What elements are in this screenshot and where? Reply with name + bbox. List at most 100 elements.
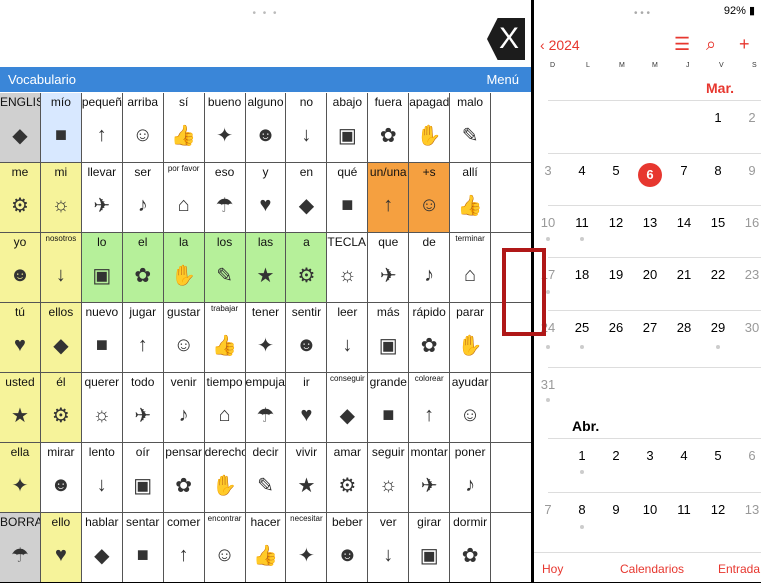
menu-button[interactable]: Menú: [486, 72, 519, 87]
calendar-day[interactable]: 4: [570, 163, 594, 178]
word-cell[interactable]: leer ↓: [327, 303, 368, 372]
word-cell[interactable]: fuera ✿: [368, 93, 409, 162]
calendar-day[interactable]: 31: [536, 377, 560, 392]
calendar-day[interactable]: 8: [570, 502, 594, 517]
calendar-day[interactable]: 16: [740, 215, 761, 230]
word-cell[interactable]: poner ♪: [450, 443, 491, 512]
word-cell[interactable]: beber ☻: [327, 513, 368, 582]
calendar-day[interactable]: 2: [740, 110, 761, 125]
word-cell[interactable]: encontrar ☺: [204, 513, 245, 582]
word-cell[interactable]: allí 👍: [450, 163, 491, 232]
word-cell[interactable]: decir ✎: [245, 443, 286, 512]
word-cell[interactable]: mirar ☻: [40, 443, 81, 512]
word-cell[interactable]: ir ♥: [286, 373, 327, 442]
word-cell[interactable]: [491, 163, 531, 232]
calendar-day[interactable]: 21: [672, 267, 696, 282]
word-cell[interactable]: rápido ✿: [409, 303, 450, 372]
word-cell[interactable]: no ↓: [286, 93, 327, 162]
word-cell[interactable]: +s ☺: [409, 163, 450, 232]
word-cell[interactable]: terminar ⌂: [450, 233, 491, 302]
word-cell[interactable]: pequeño ↑: [81, 93, 122, 162]
word-cell[interactable]: qué ■: [327, 163, 368, 232]
calendar-day[interactable]: 7: [672, 163, 696, 178]
word-cell[interactable]: hacer 👍: [245, 513, 286, 582]
word-cell[interactable]: parar ✋: [450, 303, 491, 372]
word-cell[interactable]: él ⚙: [40, 373, 81, 442]
calendar-day[interactable]: 5: [604, 163, 628, 178]
word-cell[interactable]: lo ▣: [81, 233, 122, 302]
calendar-day[interactable]: 11: [672, 502, 696, 517]
word-cell[interactable]: todo ✈: [122, 373, 163, 442]
word-cell[interactable]: colorear ↑: [409, 373, 450, 442]
calendar-day[interactable]: 10: [536, 215, 560, 230]
word-cell[interactable]: más ▣: [368, 303, 409, 372]
multitask-dots[interactable]: • • •: [0, 8, 531, 19]
word-cell[interactable]: empujar ☂: [245, 373, 286, 442]
word-cell[interactable]: conseguir ◆: [327, 373, 368, 442]
word-cell[interactable]: montar ✈: [409, 443, 450, 512]
word-cell[interactable]: la ✋: [163, 233, 204, 302]
calendar-day[interactable]: 9: [604, 502, 628, 517]
word-cell[interactable]: arriba ☺: [122, 93, 163, 162]
word-cell[interactable]: mío ■: [40, 93, 81, 162]
calendar-day[interactable]: 10: [638, 502, 662, 517]
calendar-day[interactable]: 6: [638, 163, 662, 187]
word-cell[interactable]: alguno ☻: [245, 93, 286, 162]
word-cell[interactable]: oír ▣: [122, 443, 163, 512]
word-cell[interactable]: lento ↓: [81, 443, 122, 512]
word-cell[interactable]: dormir ✿: [450, 513, 491, 582]
calendar-day[interactable]: 3: [536, 163, 560, 178]
word-cell[interactable]: amar ⚙: [327, 443, 368, 512]
calendar-day[interactable]: 12: [706, 502, 730, 517]
word-cell[interactable]: [491, 443, 531, 512]
word-cell[interactable]: bueno ✦: [204, 93, 245, 162]
calendar-day[interactable]: 11: [570, 215, 594, 230]
word-cell[interactable]: ello ♥: [40, 513, 81, 582]
calendar-day[interactable]: 13: [740, 502, 761, 517]
word-cell[interactable]: venir ♪: [163, 373, 204, 442]
word-cell[interactable]: eso ☂: [204, 163, 245, 232]
calendar-day[interactable]: 12: [604, 215, 628, 230]
word-cell[interactable]: nosotros ↓: [40, 233, 81, 302]
word-cell[interactable]: ver ↓: [368, 513, 409, 582]
word-cell[interactable]: ella ✦: [0, 443, 40, 512]
add-icon[interactable]: +: [739, 34, 750, 55]
word-cell[interactable]: ser ♪: [122, 163, 163, 232]
calendar-day[interactable]: 6: [740, 448, 761, 463]
word-cell[interactable]: ellos ◆: [40, 303, 81, 372]
calendar-day[interactable]: 26: [604, 320, 628, 335]
calendars-button[interactable]: Calendarios: [620, 562, 684, 576]
today-button[interactable]: Hoy: [542, 562, 563, 576]
word-cell[interactable]: [491, 513, 531, 582]
word-cell[interactable]: un/una ↑: [368, 163, 409, 232]
word-cell[interactable]: a ⚙: [286, 233, 327, 302]
word-cell[interactable]: llevar ✈: [81, 163, 122, 232]
word-cell[interactable]: [491, 93, 531, 162]
word-cell[interactable]: comer ↑: [163, 513, 204, 582]
word-cell[interactable]: y ♥: [245, 163, 286, 232]
calendar-day[interactable]: 30: [740, 320, 761, 335]
calendar-day[interactable]: 18: [570, 267, 594, 282]
word-cell[interactable]: querer ☼: [81, 373, 122, 442]
word-cell[interactable]: usted ★: [0, 373, 40, 442]
word-cell[interactable]: de ♪: [409, 233, 450, 302]
calendar-day[interactable]: 8: [706, 163, 730, 178]
word-cell[interactable]: TECLADO ☼: [327, 233, 368, 302]
word-cell[interactable]: apagado ✋: [409, 93, 450, 162]
word-cell[interactable]: necesitar ✦: [286, 513, 327, 582]
word-cell[interactable]: el ✿: [122, 233, 163, 302]
calendar-day[interactable]: 22: [706, 267, 730, 282]
calendar-day[interactable]: 7: [536, 502, 560, 517]
calendar-day[interactable]: 13: [638, 215, 662, 230]
word-cell[interactable]: mi ☼: [40, 163, 81, 232]
word-cell[interactable]: seguir ☼: [368, 443, 409, 512]
search-icon[interactable]: ⌕: [706, 34, 716, 55]
calendar-day[interactable]: 5: [706, 448, 730, 463]
calendar-day[interactable]: 19: [604, 267, 628, 282]
back-year-link[interactable]: ‹ 2024: [540, 37, 580, 53]
word-cell[interactable]: las ★: [245, 233, 286, 302]
word-cell[interactable]: tiempo ⌂: [204, 373, 245, 442]
word-cell[interactable]: abajo ▣: [327, 93, 368, 162]
inbox-button[interactable]: Entrada: [718, 562, 760, 576]
word-cell[interactable]: derecho ✋: [204, 443, 245, 512]
